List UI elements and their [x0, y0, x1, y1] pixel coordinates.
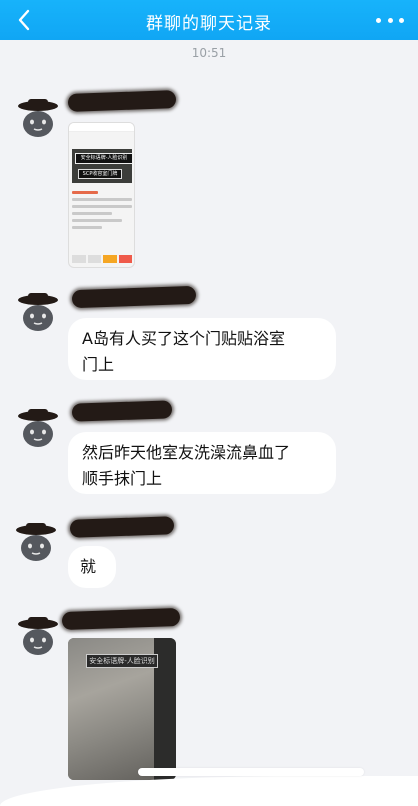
message-bubble[interactable]: 就	[68, 546, 116, 588]
image-text: SCP收容室门牌	[78, 169, 122, 179]
avatar[interactable]	[16, 290, 60, 334]
avatar[interactable]	[16, 96, 60, 140]
home-indicator[interactable]	[138, 768, 364, 776]
sender-name-redaction	[69, 516, 175, 538]
message-line: 就	[80, 557, 97, 576]
more-dots-icon[interactable]	[376, 10, 404, 30]
bottom-edge	[0, 776, 418, 806]
image-message[interactable]: 安全标语牌-人脸识别	[68, 638, 176, 780]
message-bubble[interactable]: 然后昨天他室友洗澡流鼻血了 顺手抹门上	[68, 432, 336, 494]
message-line: 然后昨天他室友洗澡流鼻血了	[82, 443, 291, 462]
avatar[interactable]	[14, 520, 58, 564]
message-line: 门上	[82, 355, 115, 374]
sender-name-redaction	[61, 607, 181, 631]
avatar[interactable]	[16, 406, 60, 450]
message-line: 顺手抹门上	[82, 469, 163, 488]
sender-name-redaction	[71, 400, 173, 422]
image-message[interactable]: 安全标语牌-人脸识别 SCP收容室门牌	[68, 122, 135, 268]
image-text: 安全标语牌-人脸识别	[75, 153, 133, 164]
sender-name-redaction	[71, 285, 197, 309]
message-line: A岛有人买了这个门贴贴浴室	[82, 329, 285, 348]
avatar[interactable]	[16, 614, 60, 658]
page-title: 群聊的聊天记录	[146, 14, 272, 34]
sender-name-redaction	[67, 90, 177, 112]
timestamp: 10:51	[191, 46, 227, 60]
title-bar: 群聊的聊天记录	[0, 0, 418, 40]
image-text: 安全标语牌-人脸识别	[86, 654, 158, 668]
message-bubble[interactable]: A岛有人买了这个门贴贴浴室 门上	[68, 318, 336, 380]
